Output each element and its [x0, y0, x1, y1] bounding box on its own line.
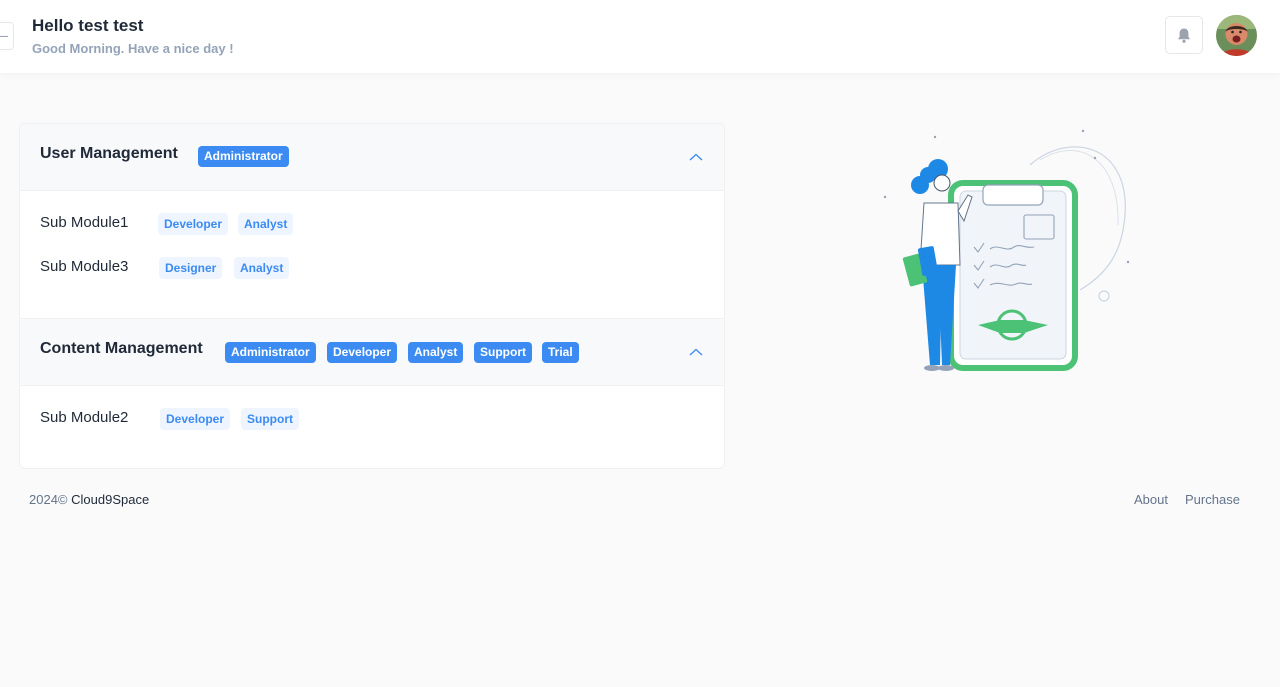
illustration-image	[883, 129, 1130, 371]
role-badge-developer: Developer	[327, 342, 398, 363]
bell-icon	[1178, 28, 1190, 43]
footer-link-about[interactable]: About	[1134, 492, 1168, 507]
role-badge-support: Support	[474, 342, 532, 363]
role-pill-developer: Developer	[160, 408, 231, 430]
notifications-button[interactable]	[1165, 16, 1203, 54]
footer-copyright: 2024© Cloud9Space	[29, 492, 149, 507]
top-header: — Hello test test Good Morning. Have a n…	[0, 0, 1280, 73]
role-badge-administrator: Administrator	[198, 146, 289, 167]
footer-brand-link[interactable]: Cloud9Space	[71, 492, 149, 507]
module-header-user-management[interactable]: User Management Administrator	[20, 124, 724, 191]
modules-card: User Management Administrator Sub Module…	[19, 123, 725, 469]
role-pill-developer: Developer	[158, 213, 229, 235]
minus-icon: —	[0, 31, 8, 42]
role-badge-administrator: Administrator	[225, 342, 316, 363]
role-pill-analyst: Analyst	[234, 257, 290, 279]
module-title: Content Management	[40, 340, 203, 357]
role-badge-analyst: Analyst	[408, 342, 464, 363]
submodule-label: Sub Module2	[40, 409, 129, 426]
chevron-up-icon[interactable]	[688, 151, 704, 163]
module-header-content-management[interactable]: Content Management Administrator Develop…	[20, 318, 724, 386]
role-pill-analyst: Analyst	[238, 213, 294, 235]
greeting-subtitle: Good Morning. Have a nice day !	[32, 41, 234, 56]
greeting-title: Hello test test	[32, 16, 144, 35]
sidebar-toggle-button[interactable]: —	[0, 22, 14, 50]
role-pill-support: Support	[241, 408, 299, 430]
chevron-up-icon[interactable]	[688, 346, 704, 358]
submodule-label: Sub Module1	[40, 214, 129, 231]
submodule-label: Sub Module3	[40, 258, 129, 275]
role-badge-trial: Trial	[542, 342, 579, 363]
module-title: User Management	[40, 145, 178, 162]
footer-link-purchase[interactable]: Purchase	[1185, 492, 1240, 507]
role-pill-designer: Designer	[159, 257, 223, 279]
footer-year: 2024©	[29, 492, 68, 507]
user-avatar[interactable]	[1216, 15, 1257, 56]
